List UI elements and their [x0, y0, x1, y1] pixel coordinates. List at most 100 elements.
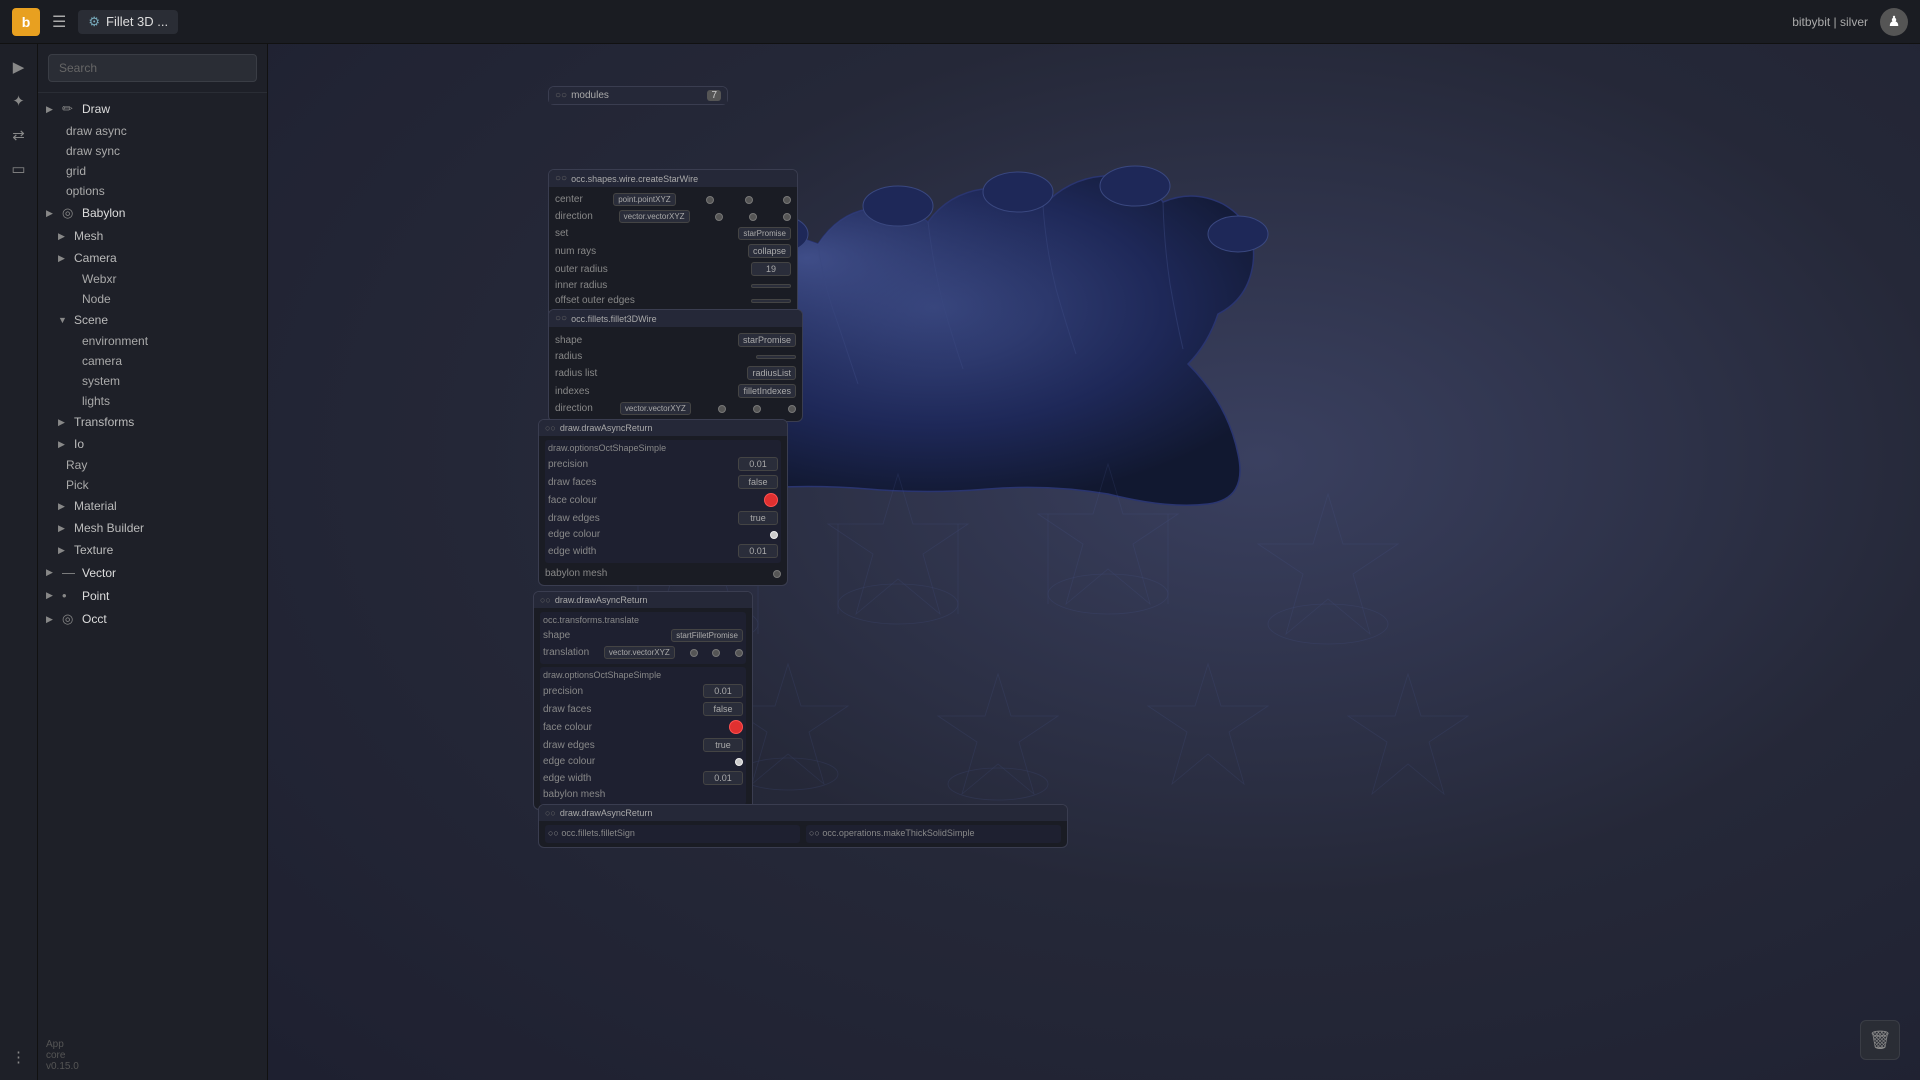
tree-item-material[interactable]: ▶ Material [38, 495, 267, 517]
viewport-bg [268, 44, 1920, 1080]
transforms-arrow: ▶ [58, 417, 70, 428]
dot-t1 [690, 649, 698, 657]
tree-item-babylon[interactable]: ▶ ◎ Babylon [38, 201, 267, 225]
tree-child-grid[interactable]: grid [38, 161, 267, 181]
node-icon: ○○ [555, 90, 567, 101]
tree-item-texture[interactable]: ▶ Texture [38, 539, 267, 561]
node-row-edgecolor-2: edge colour [543, 754, 743, 769]
avatar[interactable]: ♟ [1880, 8, 1908, 36]
sidebar-swap-icon[interactable]: ⇄ [4, 120, 34, 150]
tree: ▶ ✏ Draw draw async draw sync grid optio… [38, 93, 267, 635]
node-card-star-wire[interactable]: ○○ occ.shapes.wire.createStarWire center… [548, 169, 798, 331]
node-card-draw-async-2[interactable]: ○○ draw.drawAsyncReturn occ.transforms.t… [533, 591, 753, 810]
tree-item-point[interactable]: ▶ • Point [38, 584, 267, 607]
node-icon5: ○○ [540, 595, 551, 605]
draw-arrow: ▶ [46, 104, 58, 115]
io-arrow: ▶ [58, 439, 70, 450]
edge-color-dot-2 [735, 758, 743, 766]
node-row-babylonmesh-2: babylon mesh [543, 787, 743, 802]
tree-child-node[interactable]: Node [38, 289, 267, 309]
node-row-radiuslist: radius list radiusList [555, 364, 796, 382]
menu-icon[interactable]: ☰ [52, 12, 66, 32]
point-icon: • [62, 588, 78, 603]
scene-arrow: ▼ [58, 315, 70, 325]
node-row-indexes: indexes filletIndexes [555, 382, 796, 400]
tree-child-camera[interactable]: camera [38, 351, 267, 371]
camera-arrow: ▶ [58, 253, 70, 264]
canvas-area[interactable]: .wf-line { stroke: #5060a0; stroke-width… [268, 44, 1920, 1080]
node-row-drawfaces-1: draw faces false [548, 473, 778, 491]
node-row-facecolor-2: face colour [543, 718, 743, 736]
tree-child-draw-sync[interactable]: draw sync [38, 141, 267, 161]
search-input[interactable] [48, 54, 257, 82]
dot-c1 [706, 196, 714, 204]
user-label: bitbybit | silver [1792, 15, 1868, 29]
node-row-outer-radius: outer radius 19 [555, 260, 791, 278]
tree-item-scene[interactable]: ▼ Scene [38, 309, 267, 331]
topbar: b ☰ ⚙ Fillet 3D ... bitbybit | silver ♟ [0, 0, 1920, 44]
tree-child-system[interactable]: system [38, 371, 267, 391]
tree-item-draw[interactable]: ▶ ✏ Draw [38, 97, 267, 121]
tree-item-mesh[interactable]: ▶ Mesh [38, 225, 267, 247]
trash-button[interactable]: 🗑 [1860, 1020, 1900, 1060]
tree-item-occt[interactable]: ▶ ◎ Occt [38, 607, 267, 631]
search-container [38, 44, 267, 93]
dot-d1 [715, 213, 723, 221]
node-header-modules: ○○ modules 7 [549, 87, 727, 104]
sidebar-folder-icon[interactable]: ▭ [4, 154, 34, 184]
tree-item-mesh-builder[interactable]: ▶ Mesh Builder [38, 517, 267, 539]
tree-child-ray[interactable]: Ray [38, 455, 267, 475]
left-panel: ▶ ✏ Draw draw async draw sync grid optio… [38, 44, 268, 1080]
tree-item-vector[interactable]: ▶ — Vector [38, 561, 267, 584]
panel-footer: App core v0.15.0 [38, 1031, 267, 1080]
node-icon4: ○○ [545, 423, 556, 433]
node-row-set: set starPromise [555, 225, 791, 242]
active-tab[interactable]: ⚙ Fillet 3D ... [78, 10, 178, 34]
node-row-precision-1: precision 0.01 [548, 455, 778, 473]
node-icon6: ○○ [545, 808, 556, 818]
node-row-drawedges-2: draw edges true [543, 736, 743, 754]
tree-child-options[interactable]: options [38, 181, 267, 201]
node-header-draw-async-2: ○○ draw.drawAsyncReturn [534, 592, 752, 608]
face-color-dot-1 [764, 493, 778, 507]
babylon-icon: ◎ [62, 205, 78, 221]
tree-item-transforms[interactable]: ▶ Transforms [38, 411, 267, 433]
sidebar-run-icon[interactable]: ▶ [4, 52, 34, 82]
material-arrow: ▶ [58, 501, 70, 512]
tree-item-camera[interactable]: ▶ Camera [38, 247, 267, 269]
node-card-draw-async-3[interactable]: ○○ draw.drawAsyncReturn ○○ occ.fillets.f… [538, 804, 1068, 848]
tree-child-lights[interactable]: lights [38, 391, 267, 411]
edge-color-dot-1 [770, 531, 778, 539]
node-body-draw-async-1: draw.optionsOctShapeSimple precision 0.0… [539, 436, 787, 585]
dot-d3 [783, 213, 791, 221]
node-row-facecolor-1: face colour [548, 491, 778, 509]
sidebar-tools-icon[interactable]: ✦ [4, 86, 34, 116]
tree-child-environment[interactable]: environment [38, 331, 267, 351]
node-row-edgecolor-1: edge colour [548, 527, 778, 542]
tree-child-webxr[interactable]: Webxr [38, 269, 267, 289]
sidebar-more-icon[interactable]: ⋮ [4, 1042, 34, 1072]
vector-arrow: ▶ [46, 567, 58, 578]
gear-icon: ⚙ [88, 14, 100, 30]
mesh-builder-arrow: ▶ [58, 523, 70, 534]
babylon-arrow: ▶ [46, 208, 58, 219]
node-card-draw-async-1[interactable]: ○○ draw.drawAsyncReturn draw.optionsOctS… [538, 419, 788, 586]
dot-d2 [749, 213, 757, 221]
node-card-fillet3d[interactable]: ○○ occ.fillets.fillet3DWire shape starPr… [548, 309, 803, 422]
dot-t2 [712, 649, 720, 657]
node-row-center: center point.pointXYZ [555, 191, 791, 208]
node-row-inner-radius: inner radius [555, 278, 791, 293]
dot-c2 [745, 196, 753, 204]
trash-icon: 🗑 [1869, 1030, 1892, 1051]
tree-child-pick[interactable]: Pick [38, 475, 267, 495]
dot-f2 [753, 405, 761, 413]
node-card-modules[interactable]: ○○ modules 7 [548, 86, 728, 105]
node-header-draw-async-1: ○○ draw.drawAsyncReturn [539, 420, 787, 436]
dot-f3 [788, 405, 796, 413]
node-body-draw-async-2: occ.transforms.translate shape startFill… [534, 608, 752, 809]
node-icon3: ○○ [555, 313, 567, 324]
tree-item-io[interactable]: ▶ Io [38, 433, 267, 455]
node-row-translation: translation vector.vectorXYZ [543, 644, 743, 661]
tree-child-draw-async[interactable]: draw async [38, 121, 267, 141]
node-row-direction: direction vector.vectorXYZ [555, 208, 791, 225]
